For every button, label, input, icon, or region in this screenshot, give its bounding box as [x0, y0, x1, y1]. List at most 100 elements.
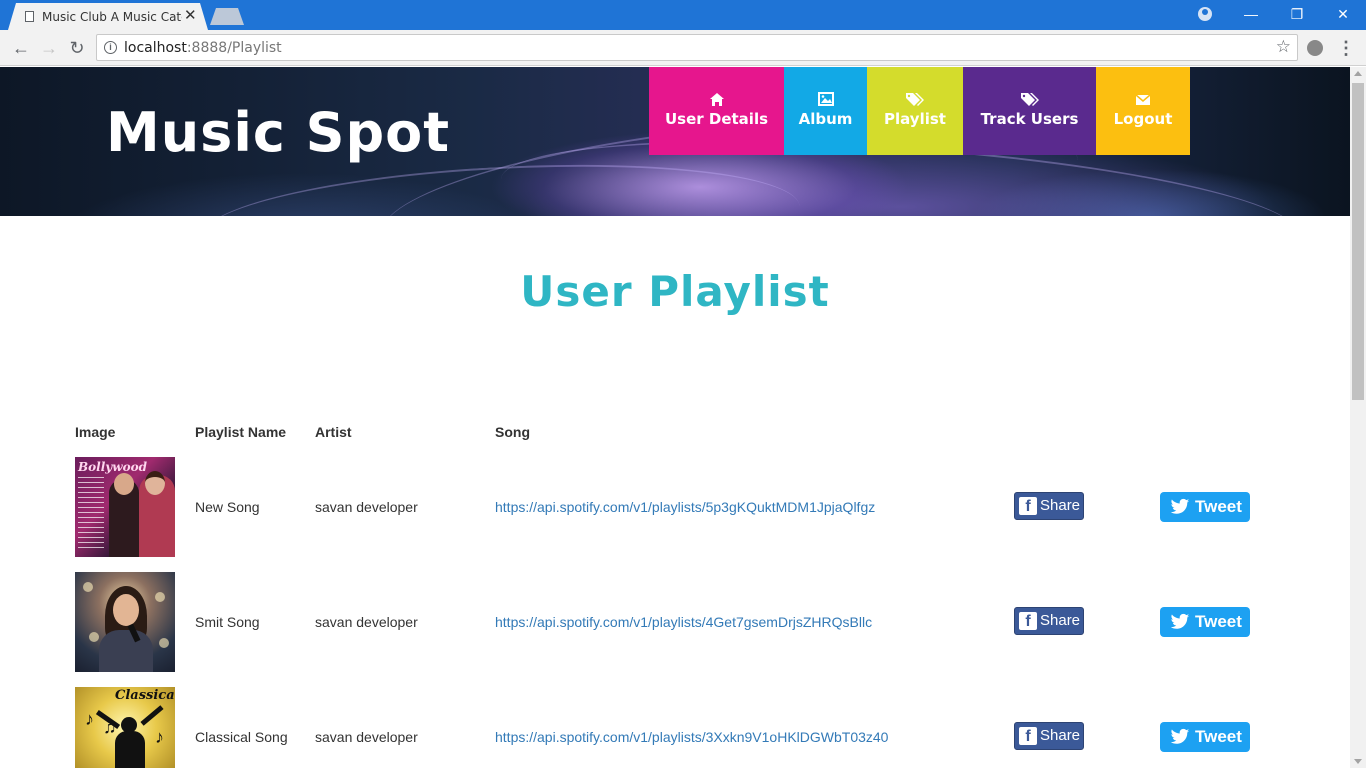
nav-label: Playlist — [884, 110, 946, 128]
twitter-bird-icon — [1170, 728, 1190, 744]
table-row: Bollywood New Song savan developer https… — [0, 457, 1350, 557]
new-tab-button[interactable] — [210, 8, 244, 25]
nav-label: Logout — [1113, 110, 1173, 128]
tags-icon — [905, 92, 925, 110]
playlist-name: New Song — [195, 499, 260, 515]
facebook-icon: f — [1019, 612, 1037, 630]
vertical-scrollbar[interactable] — [1350, 67, 1366, 768]
artist-name: savan developer — [315, 499, 418, 515]
address-bar-row: ← → ↻ i localhost:8888/Playlist ☆ ⋮ — [0, 30, 1366, 66]
browser-menu-icon[interactable]: ⋮ — [1337, 36, 1355, 60]
playlist-cover-art: Bollywood — [75, 457, 175, 557]
nav-user-details[interactable]: User Details — [649, 67, 784, 155]
url-path: :8888/Playlist — [186, 40, 282, 56]
music-note-icon: ♪ — [85, 709, 94, 729]
playlist-name: Classical Song — [195, 729, 288, 745]
header-banner: Music Spot User Details Album Playlist T… — [0, 67, 1350, 216]
back-arrow-icon[interactable]: ← — [9, 36, 33, 60]
cover-caption: Classical — [115, 688, 175, 703]
song-link[interactable]: https://api.spotify.com/v1/playlists/5p3… — [495, 499, 875, 515]
cover-figure — [99, 630, 153, 672]
cover-bokeh — [155, 592, 165, 602]
url-host: localhost — [124, 40, 187, 56]
close-window-button[interactable]: ✕ — [1320, 0, 1366, 28]
playlist-cover-image: ♪ ♫ ♪ Classical — [75, 687, 175, 768]
playlist-cover-art: ♪ ♫ ♪ Classical — [75, 687, 175, 768]
table-row: ♪ ♫ ♪ Classical Classical Song savan dev… — [0, 687, 1350, 768]
music-note-icon: ♪ — [155, 727, 164, 747]
nav-label: User Details — [664, 110, 769, 128]
envelope-icon — [1135, 92, 1151, 110]
nav-track-users[interactable]: Track Users — [963, 67, 1096, 155]
document-icon — [25, 11, 34, 22]
artist-name: savan developer — [315, 614, 418, 630]
cover-caption: Bollywood — [78, 460, 147, 474]
cover-figure — [140, 705, 164, 726]
column-header-artist: Artist — [315, 424, 352, 440]
browser-tab[interactable]: Music Club A Music Cate ✕ — [8, 3, 208, 30]
site-logo[interactable]: Music Spot — [106, 101, 450, 164]
forward-arrow-icon[interactable]: → — [37, 36, 61, 60]
browser-tab-strip: Music Club A Music Cate ✕ — ❐ ✕ — [0, 0, 1366, 30]
reload-icon[interactable]: ↻ — [65, 36, 89, 60]
url-input[interactable]: i localhost:8888/Playlist ☆ — [96, 34, 1298, 61]
url-text: localhost:8888/Playlist — [124, 40, 282, 56]
twitter-bird-icon — [1170, 498, 1190, 514]
tweet-label: Tweet — [1195, 727, 1242, 746]
column-header-song: Song — [495, 424, 530, 440]
tweet-label: Tweet — [1195, 612, 1242, 631]
extension-icon[interactable] — [1307, 40, 1323, 56]
nav-logout[interactable]: Logout — [1096, 67, 1190, 155]
nav-album[interactable]: Album — [784, 67, 867, 155]
facebook-share-button[interactable]: f Share — [1014, 722, 1084, 750]
share-label: Share — [1040, 497, 1081, 514]
playlist-cover-image: Bollywood — [75, 457, 175, 557]
restore-button[interactable]: ❐ — [1274, 0, 1320, 28]
tweet-label: Tweet — [1195, 497, 1242, 516]
column-header-playlist-name: Playlist Name — [195, 424, 287, 440]
share-label: Share — [1040, 727, 1081, 744]
nav-playlist[interactable]: Playlist — [867, 67, 963, 155]
tweet-button[interactable]: Tweet — [1160, 492, 1250, 522]
nav-label: Track Users — [980, 110, 1079, 128]
profile-icon[interactable] — [1198, 7, 1212, 21]
cover-figure — [113, 594, 139, 626]
facebook-icon: f — [1019, 727, 1037, 745]
cover-tracklist-decoration — [78, 477, 104, 551]
cover-bokeh — [159, 638, 169, 648]
table-row: Smit Song savan developer https://api.sp… — [0, 572, 1350, 672]
bookmark-star-icon[interactable]: ☆ — [1276, 37, 1291, 57]
artist-name: savan developer — [315, 729, 418, 745]
tweet-button[interactable]: Tweet — [1160, 607, 1250, 637]
picture-icon — [817, 92, 834, 110]
scroll-down-arrow-icon[interactable] — [1354, 759, 1362, 764]
cover-bokeh — [89, 632, 99, 642]
playlist-cover-image — [75, 572, 175, 672]
main-nav: User Details Album Playlist Track Users — [649, 67, 1190, 155]
tweet-button[interactable]: Tweet — [1160, 722, 1250, 752]
nav-label: Album — [798, 110, 853, 128]
cover-figure — [115, 731, 145, 768]
page-viewport: Music Spot User Details Album Playlist T… — [0, 67, 1350, 768]
tag-icon — [1020, 92, 1040, 110]
song-link[interactable]: https://api.spotify.com/v1/playlists/4Ge… — [495, 614, 872, 630]
home-icon — [709, 92, 725, 110]
info-icon[interactable]: i — [104, 41, 117, 54]
playlist-cover-art — [75, 572, 175, 672]
tab-title: Music Club A Music Cate — [42, 10, 182, 24]
facebook-icon: f — [1019, 497, 1037, 515]
song-link[interactable]: https://api.spotify.com/v1/playlists/3Xx… — [495, 729, 888, 745]
twitter-bird-icon — [1170, 613, 1190, 629]
column-header-image: Image — [75, 424, 116, 440]
close-tab-icon[interactable]: ✕ — [184, 7, 197, 25]
facebook-share-button[interactable]: f Share — [1014, 607, 1084, 635]
scrollbar-thumb[interactable] — [1352, 83, 1364, 400]
cover-figure — [145, 471, 165, 495]
scroll-up-arrow-icon[interactable] — [1354, 71, 1362, 76]
facebook-share-button[interactable]: f Share — [1014, 492, 1084, 520]
cover-figure — [114, 473, 134, 495]
minimize-button[interactable]: — — [1228, 0, 1274, 28]
cover-bokeh — [83, 582, 93, 592]
page-title: User Playlist — [520, 267, 830, 316]
playlist-name: Smit Song — [195, 614, 260, 630]
